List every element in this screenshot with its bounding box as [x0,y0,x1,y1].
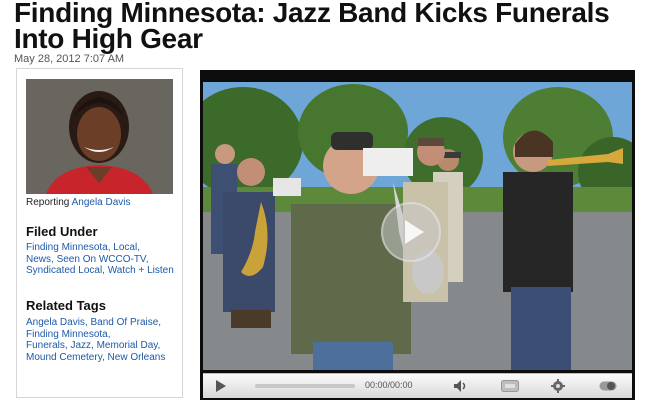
gear-icon[interactable] [551,379,565,398]
filed-under-heading: Filed Under [26,224,98,239]
progress-bar[interactable] [255,384,355,388]
video-screen[interactable] [203,82,632,370]
filed-link-seen-on-wcco[interactable]: Seen On WCCO-TV [57,254,146,265]
tag-jazz[interactable]: Jazz [70,340,91,351]
filed-link-local[interactable]: Local [113,242,137,253]
reporter-link[interactable]: Angela Davis [72,197,131,208]
filed-link-syndicated-local[interactable]: Syndicated Local [26,265,102,276]
related-tags-heading: Related Tags [26,298,106,313]
tag-new-orleans[interactable]: New Orleans [108,352,166,363]
article-headline: Finding Minnesota: Jazz Band Kicks Funer… [14,0,610,54]
volume-icon[interactable] [453,379,469,398]
video-player: 00:00/00:00 [200,70,635,400]
big-play-button[interactable] [381,202,441,262]
related-tags-links: Angela Davis, Band Of Praise, Finding Mi… [26,317,166,363]
reporting-credit: Reporting Angela Davis [26,197,131,208]
filed-link-news[interactable]: News [26,254,51,265]
tag-funerals[interactable]: Funerals [26,340,65,351]
play-overlay-icon [405,220,424,244]
filed-under-links: Finding Minnesota, Local, News, Seen On … [26,242,174,276]
player-controls: 00:00/00:00 [203,373,632,398]
tag-band-of-praise[interactable]: Band Of Praise [90,317,158,328]
cc-icon[interactable] [501,379,519,397]
tag-memorial-day[interactable]: Memorial Day [97,340,158,351]
reporting-label: Reporting [26,197,70,208]
time-display: 00:00/00:00 [365,380,413,390]
toggle-icon[interactable] [599,379,617,397]
tag-finding-minnesota[interactable]: Finding Minnesota [26,329,108,340]
tag-angela-davis[interactable]: Angela Davis [26,317,85,328]
filed-link-watch-listen[interactable]: Watch + Listen [108,265,174,276]
reporter-photo[interactable] [26,79,173,194]
tag-mound-cemetery[interactable]: Mound Cemetery [26,352,102,363]
play-icon[interactable] [215,379,227,398]
filed-link-finding-minnesota[interactable]: Finding Minnesota [26,242,108,253]
reporter-sidebar: Reporting Angela Davis Filed Under Findi… [16,68,183,398]
article-date: May 28, 2012 7:07 AM [14,53,125,65]
